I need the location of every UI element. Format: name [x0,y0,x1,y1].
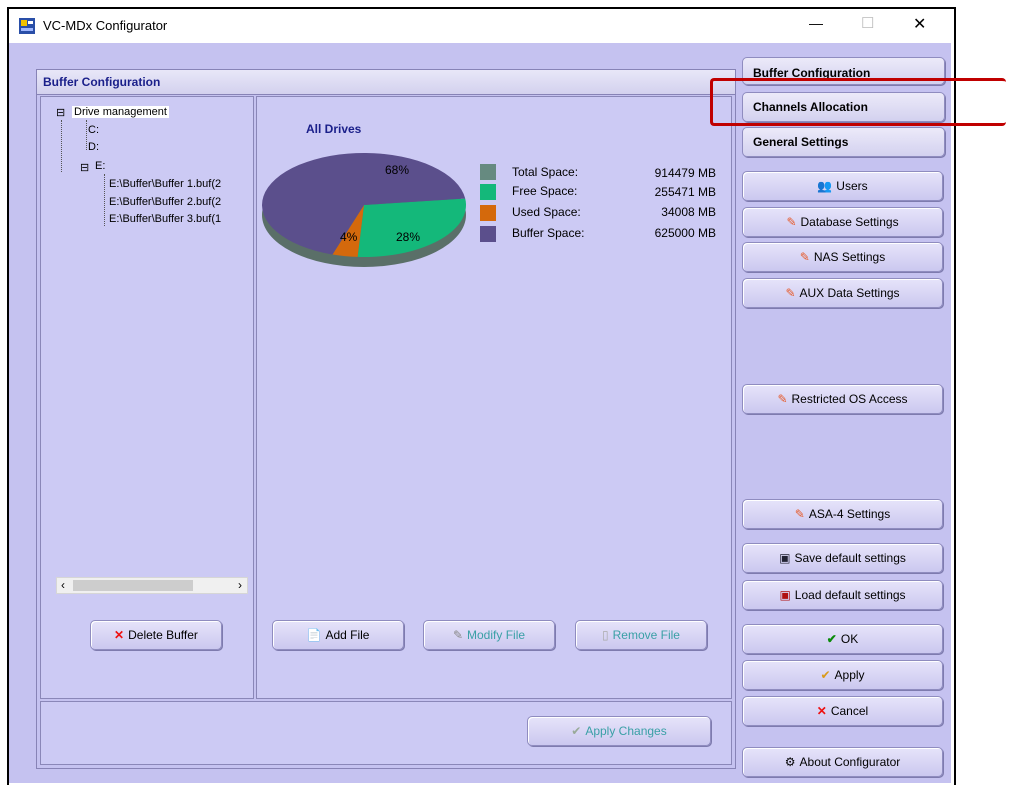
restricted-os-access-label: Restricted OS Access [791,392,908,406]
save-default-settings-button[interactable]: ▣ Save default settings [742,543,943,573]
ok-button[interactable]: ✔ OK [742,624,943,654]
floppy-load-icon: ▣ [779,588,791,602]
legend-item-free: Free Space: 255471 MB [480,184,716,200]
tree-horizontal-scrollbar[interactable]: ‹ › [56,577,248,594]
users-label: Users [836,179,868,193]
legend-item-buffer: Buffer Space: 625000 MB [480,226,716,242]
scroll-right-arrow-icon[interactable]: › [238,578,242,592]
tree-item-d[interactable]: D: [88,141,99,153]
asa4-settings-button[interactable]: ✎ ASA-4 Settings [742,499,943,529]
users-button[interactable]: 👥 Users [742,171,943,201]
legend-value-buffer: 625000 MB [654,226,716,240]
about-configurator-label: About Configurator [799,755,901,769]
database-settings-button[interactable]: ✎ Database Settings [742,207,943,237]
pie-label-buffer: 68% [385,163,410,177]
legend-swatch-used [480,205,496,221]
legend-value-free: 255471 MB [654,185,716,199]
legend-value-used: 34008 MB [661,205,716,219]
wrench-icon: ✎ [799,250,810,264]
checkmark-icon: ✔ [826,632,837,646]
tree-item-buffer-3[interactable]: E:\Buffer\Buffer 3.buf(1 [109,213,221,225]
maximize-button[interactable]: ☐ [861,14,874,32]
legend-item-total: Total Space: 914479 MB [480,164,716,180]
asa4-settings-label: ASA-4 Settings [808,507,891,521]
scroll-thumb[interactable] [73,580,193,591]
cancel-label: Cancel [830,704,869,718]
ok-label: OK [840,632,859,646]
legend-label-total: Total Space: [512,165,579,179]
about-configurator-button[interactable]: ⚙ About Configurator [742,747,943,777]
window-title: VC-MDx Configurator [43,18,168,33]
delete-buffer-label: Delete Buffer [128,628,198,642]
remove-file-button[interactable]: ▯ Remove File [575,620,707,650]
modify-file-button[interactable]: ✎ Modify File [423,620,555,650]
apply-changes-label: Apply Changes [585,724,667,738]
tree-item-buffer-2[interactable]: E:\Buffer\Buffer 2.buf(2 [109,196,221,208]
wrench-icon: ✎ [786,215,797,229]
wrench-icon: ✎ [785,286,796,300]
legend-label-free: Free Space: [512,184,578,198]
legend-swatch-buffer [480,226,496,242]
remove-file-label: Remove File [612,628,680,642]
tree-item-e[interactable]: E: [95,160,105,172]
chart-legend: Total Space: 914479 MB Free Space: 25547… [480,164,720,244]
pencil-icon: ✎ [452,628,464,642]
save-default-settings-label: Save default settings [794,551,906,565]
app-logo-icon [19,18,35,34]
database-settings-label: Database Settings [800,215,899,229]
add-file-label: Add File [325,628,370,642]
apply-button[interactable]: ✔ Apply [742,660,943,690]
about-icon: ⚙ [784,755,796,769]
legend-label-used: Used Space: [512,205,581,219]
legend-item-used: Used Space: 34008 MB [480,205,716,221]
pie-slice-free-space [357,198,467,258]
pie-label-used: 4% [340,230,358,244]
tab-general-settings-label: General Settings [753,135,849,149]
tree-expand-e-icon[interactable]: ⊟ [80,161,89,174]
title-bar: VC-MDx Configurator — ☐ ✕ [9,9,951,43]
legend-label-buffer: Buffer Space: [512,226,585,240]
legend-value-total: 914479 MB [654,166,716,180]
legend-swatch-total [480,164,496,180]
wrench-icon: ✎ [794,507,805,521]
tab-general-settings[interactable]: General Settings [742,127,945,157]
remove-file-icon: ▯ [602,628,609,642]
apply-changes-button[interactable]: ✔ Apply Changes [527,716,711,746]
nas-settings-label: NAS Settings [813,250,886,264]
users-icon: 👥 [817,179,833,193]
aux-data-settings-button[interactable]: ✎ AUX Data Settings [742,278,943,308]
aux-data-settings-label: AUX Data Settings [799,286,900,300]
legend-swatch-free [480,184,496,200]
checkmark-icon: ✔ [571,724,582,738]
tree-expand-root-icon[interactable]: ⊟ [56,106,65,119]
delete-x-icon: ✕ [114,628,125,642]
modify-file-label: Modify File [467,628,526,642]
tree-item-buffer-1[interactable]: E:\Buffer\Buffer 1.buf(2 [109,178,221,190]
minimize-button[interactable]: — [809,15,823,31]
tree-line [61,120,63,172]
tree-line [104,174,106,226]
pie-label-free: 28% [396,230,421,244]
load-default-settings-label: Load default settings [794,588,906,602]
add-file-button[interactable]: 📄 Add File [272,620,404,650]
apply-check-icon: ✔ [820,668,831,682]
apply-label: Apply [834,668,865,682]
chart-title: All Drives [306,122,362,136]
cancel-x-icon: ✕ [816,704,827,718]
pie-chart [262,152,467,267]
highlight-box [710,78,1006,126]
cancel-button[interactable]: ✕ Cancel [742,696,943,726]
nas-settings-button[interactable]: ✎ NAS Settings [742,242,943,272]
delete-buffer-button[interactable]: ✕ Delete Buffer [90,620,222,650]
scroll-left-arrow-icon[interactable]: ‹ [61,578,65,592]
add-file-icon: 📄 [306,628,322,642]
load-default-settings-button[interactable]: ▣ Load default settings [742,580,943,610]
tree-item-drive-management[interactable]: Drive management [72,106,169,118]
tree-item-c[interactable]: C: [88,124,99,136]
wrench-icon: ✎ [777,392,788,406]
close-button[interactable]: ✕ [913,14,926,34]
buffer-panel-title: Buffer Configuration [43,75,161,89]
floppy-save-icon: ▣ [779,551,791,565]
restricted-os-access-button[interactable]: ✎ Restricted OS Access [742,384,943,414]
